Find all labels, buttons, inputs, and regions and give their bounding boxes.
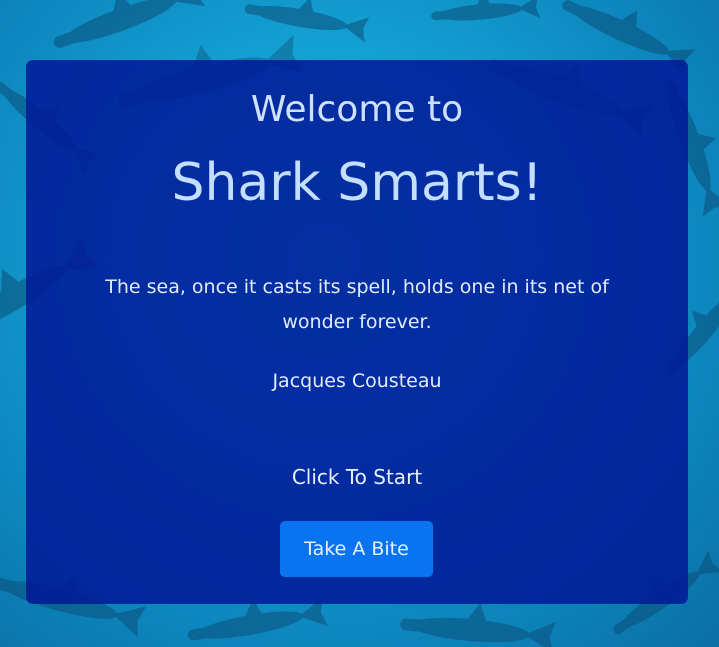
page-title: Shark Smarts!	[171, 153, 543, 213]
welcome-heading: Welcome to	[250, 89, 464, 130]
take-a-bite-button[interactable]: Take A Bite	[280, 521, 433, 577]
start-prompt: Click To Start	[291, 465, 423, 489]
welcome-card: Welcome to Shark Smarts! The sea, once i…	[26, 60, 688, 604]
quote-author: Jacques Cousteau	[272, 370, 442, 392]
quote-text: The sea, once it casts its spell, holds …	[105, 276, 609, 333]
